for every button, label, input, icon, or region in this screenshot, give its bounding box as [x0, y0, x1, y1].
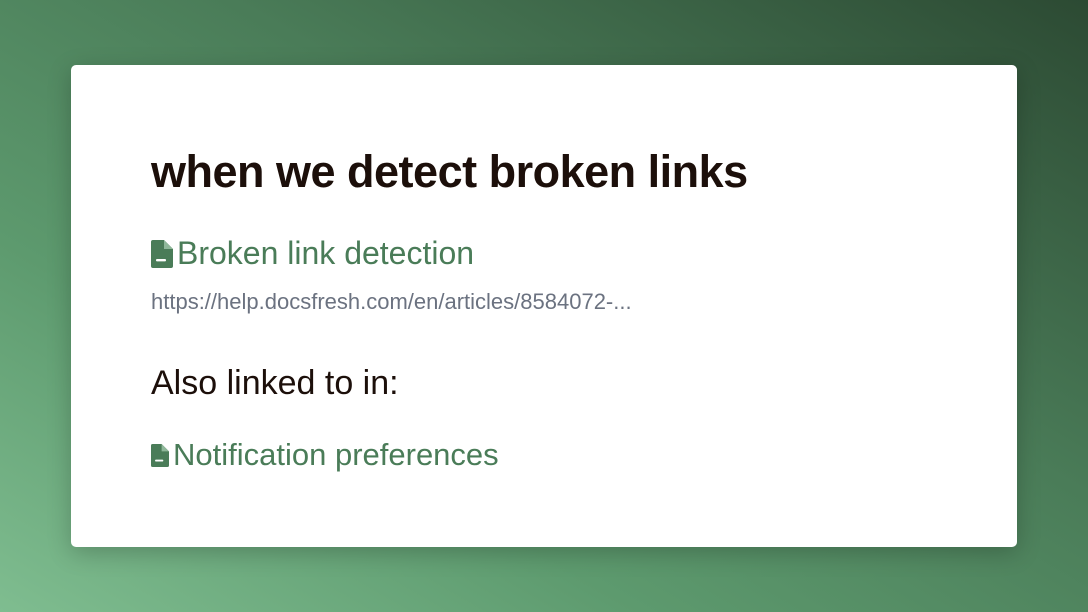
also-linked-heading: Also linked to in: — [151, 364, 399, 402]
broken-link-detection-link[interactable]: Broken link detection — [151, 235, 474, 272]
broken-link-card: when we detect broken links Broken link … — [71, 65, 1017, 547]
secondary-link-label: Notification preferences — [173, 437, 499, 472]
card-title: when we detect broken links — [151, 146, 748, 197]
primary-link-label: Broken link detection — [177, 235, 475, 271]
document-icon — [151, 443, 169, 467]
article-url: https://help.docsfresh.com/en/articles/8… — [151, 289, 632, 314]
notification-preferences-link[interactable]: Notification preferences — [151, 437, 499, 473]
document-icon — [151, 239, 173, 268]
